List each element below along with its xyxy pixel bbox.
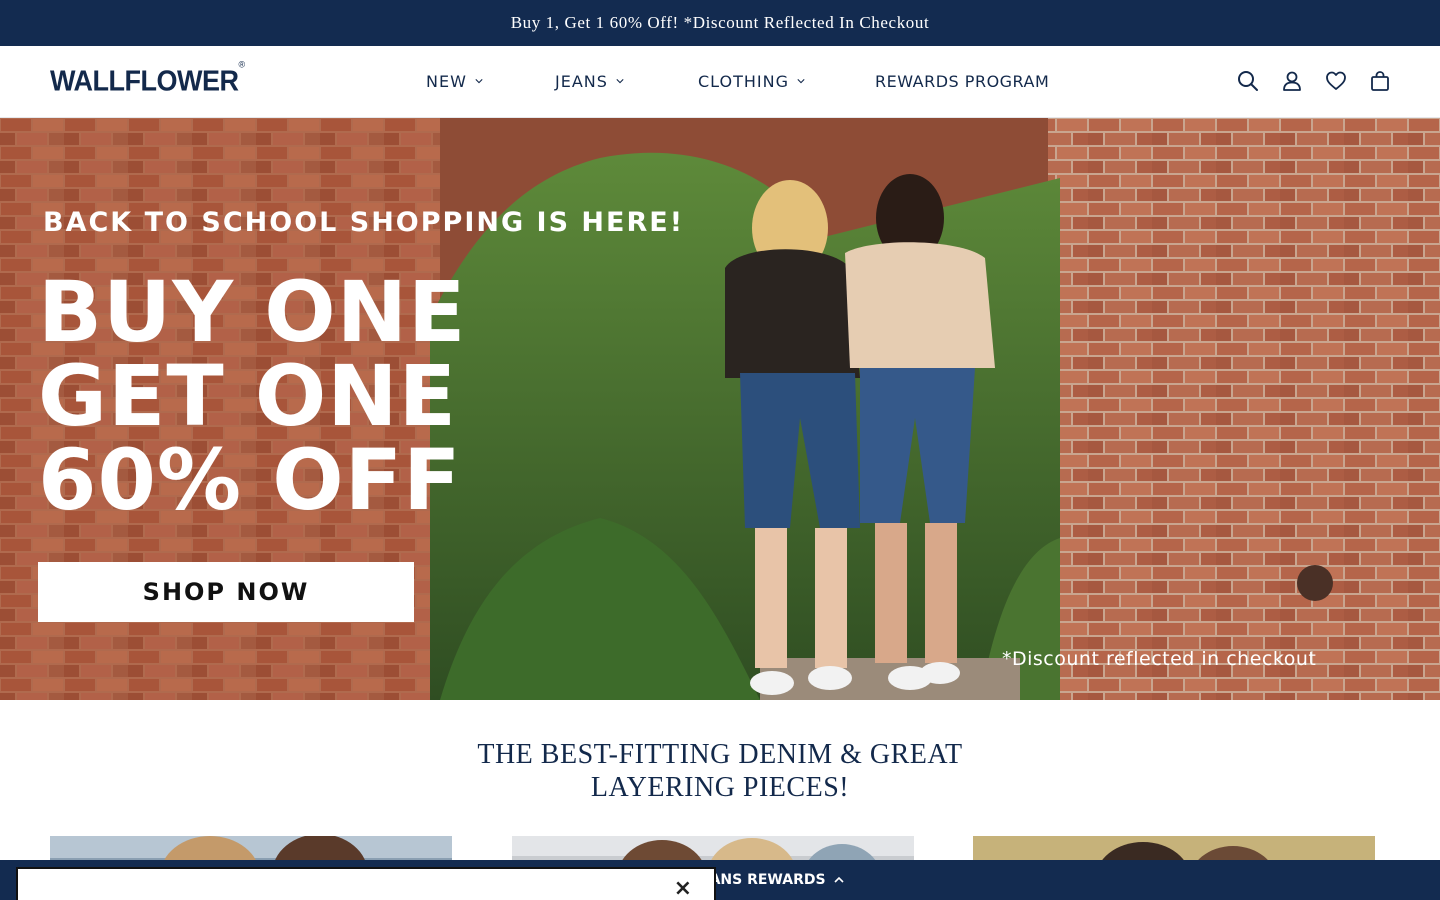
headline-line: BUY ONE (38, 263, 467, 361)
nav-label-rewards-program[interactable]: REWARDS PROGRAM (875, 72, 1049, 91)
chevron-down-icon (475, 79, 483, 84)
account-icon[interactable] (1280, 69, 1304, 93)
hero-headline: BUY ONE GET ONE 60% OFF (38, 270, 466, 522)
section-title-line: LAYERING PIECES! (590, 772, 850, 803)
search-icon[interactable] (1236, 69, 1260, 93)
announcement-text: Buy 1, Get 1 60% Off! *Discount Reflecte… (510, 13, 930, 32)
cart-bag-icon[interactable] (1368, 69, 1392, 93)
hero-disclaimer: *Discount reflected in checkout (1002, 648, 1317, 670)
nav-label-new[interactable]: NEW (426, 72, 467, 91)
chevron-down-icon (616, 79, 624, 84)
header-icons (1236, 69, 1392, 93)
registered-mark: ® (238, 58, 245, 70)
hero-kicker: BACK TO SCHOOL SHOPPING IS HERE! (43, 207, 685, 238)
chevron-down-icon (797, 79, 805, 84)
nav-label-clothing[interactable]: CLOTHING (698, 72, 789, 91)
wallflower-logo[interactable]: WALLFLOWER® (50, 59, 245, 98)
nav-item-rewards-program[interactable]: REWARDS PROGRAM (875, 68, 1049, 94)
hero-banner[interactable]: BACK TO SCHOOL SHOPPING IS HERE! BUY ONE… (0, 118, 1440, 700)
nav-item-jeans[interactable]: JEANS (555, 68, 624, 94)
rewards-toggle[interactable]: EANS REWARDS (700, 860, 844, 900)
promo-popup: × (16, 867, 716, 900)
headline-line: GET ONE (38, 347, 457, 445)
site-header: WALLFLOWER® NEW JEANS CLOTHING REWARDS P… (0, 46, 1440, 118)
section-title: THE BEST-FITTING DENIM & GREAT LAYERING … (0, 738, 1440, 804)
headline-line: 60% OFF (38, 431, 462, 529)
close-icon[interactable]: × (674, 877, 692, 900)
wishlist-heart-icon[interactable] (1324, 69, 1348, 93)
rewards-label[interactable]: EANS REWARDS (700, 872, 826, 888)
nav-item-clothing[interactable]: CLOTHING (698, 68, 805, 94)
nav-item-new[interactable]: NEW (426, 68, 483, 94)
nav-label-jeans[interactable]: JEANS (555, 72, 608, 91)
logo-text[interactable]: WALLFLOWER (50, 65, 239, 97)
shop-now-button[interactable]: SHOP NOW (38, 562, 414, 622)
announcement-bar: Buy 1, Get 1 60% Off! *Discount Reflecte… (0, 0, 1440, 46)
section-title-line: THE BEST-FITTING DENIM & GREAT (477, 739, 963, 770)
chevron-up-icon (833, 876, 844, 883)
